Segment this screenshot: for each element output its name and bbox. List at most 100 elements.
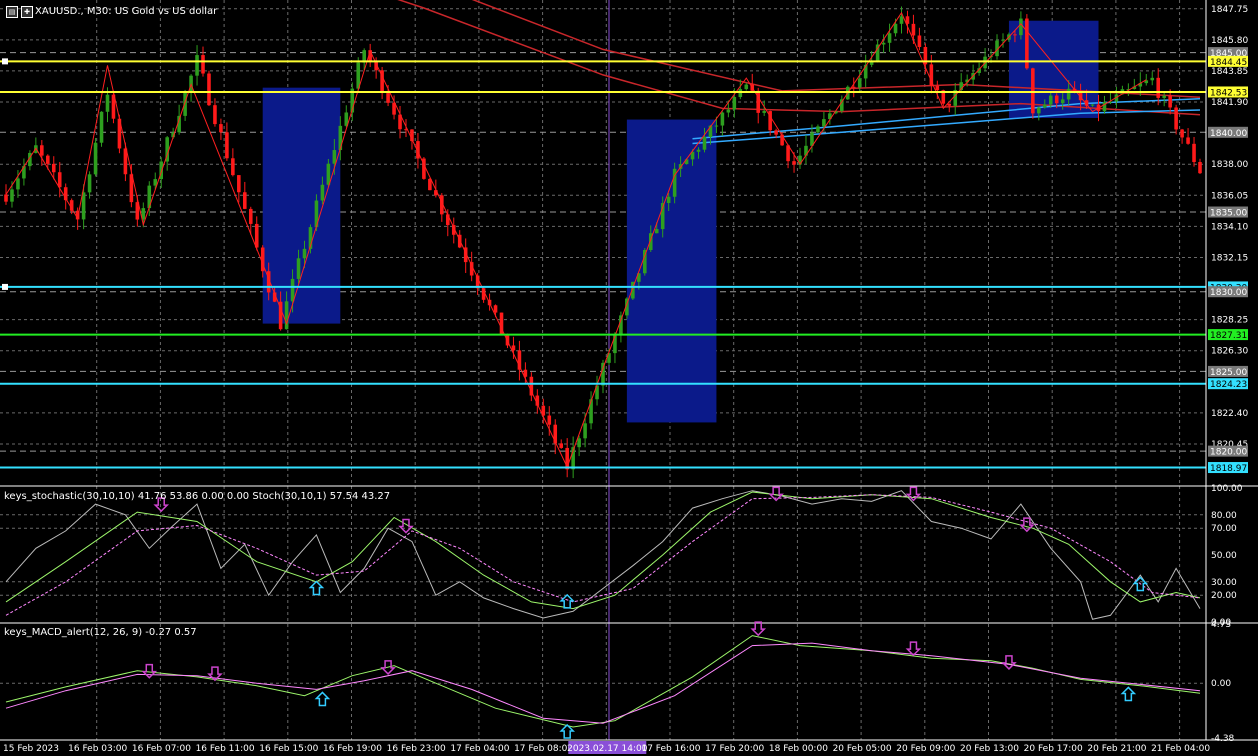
candle-body <box>899 16 904 24</box>
candle-body <box>57 172 62 188</box>
candle-body <box>726 109 731 113</box>
candle-body <box>1031 68 1035 114</box>
candle-body <box>237 175 241 193</box>
candle-body <box>822 119 826 127</box>
candle-body <box>589 399 593 424</box>
price-label: 1840.00 <box>1210 129 1247 139</box>
candle-body <box>774 130 778 135</box>
candle-body <box>756 90 761 113</box>
macd-tick: 0.00 <box>1211 679 1231 689</box>
price-tick: 1832.15 <box>1211 253 1248 263</box>
stoch-tick: 20.00 <box>1211 591 1237 601</box>
candle-body <box>386 93 390 103</box>
candle-body <box>195 55 199 76</box>
candle-body <box>720 112 725 126</box>
price-label: 1820.00 <box>1210 448 1247 458</box>
candle-body <box>1001 39 1005 41</box>
time-label: 20 Feb 09:00 <box>896 744 955 754</box>
time-label: 17 Feb 16:00 <box>641 744 700 754</box>
candle-body <box>99 111 104 143</box>
stoch-tick: 30.00 <box>1211 578 1237 588</box>
time-label: 21 Feb 04:00 <box>1151 744 1210 754</box>
candle-body <box>935 85 940 91</box>
price-label: 1830.00 <box>1210 288 1247 298</box>
candle-body <box>851 86 856 88</box>
price-label: 1824.23 <box>1210 380 1247 390</box>
candle-body <box>284 301 289 330</box>
candle-body <box>225 132 229 159</box>
candle-body <box>911 23 916 36</box>
time-label: 17 Feb 04:00 <box>450 744 509 754</box>
candle-body <box>654 229 659 234</box>
candle-body <box>105 94 110 112</box>
macd-tick: -4.38 <box>1211 734 1235 744</box>
candle-body <box>183 91 187 116</box>
candle-body <box>869 62 874 65</box>
trade-icon[interactable]: ✚ <box>21 6 33 18</box>
macd-indicator-label: keys_MACD_alert(12, 26, 9) -0.27 0.57 <box>4 627 197 638</box>
price-tick: 1843.85 <box>1211 67 1248 77</box>
chart-window-icon[interactable]: ▤ <box>6 6 18 18</box>
candle-body <box>511 345 516 351</box>
candle-body <box>816 126 820 133</box>
candle-body <box>1156 77 1161 98</box>
time-label: 20 Feb 05:00 <box>833 744 892 754</box>
candle-body <box>893 23 898 34</box>
candle-body <box>213 105 217 125</box>
time-label: 20 Feb 13:00 <box>960 744 1019 754</box>
candle-body <box>243 192 247 209</box>
price-tick: 1828.25 <box>1211 316 1248 326</box>
candle-body <box>1198 161 1202 174</box>
candle-body <box>1054 95 1059 104</box>
candle-body <box>320 184 325 201</box>
stoch-tick: 80.00 <box>1211 511 1237 521</box>
price-tick: 1845.80 <box>1211 36 1248 46</box>
time-label-highlight: 2023.02.17 14:00 <box>567 744 648 754</box>
price-tick: 1838.00 <box>1211 160 1248 170</box>
candle-body <box>1192 143 1196 162</box>
price-label: 1825.00 <box>1210 368 1247 378</box>
candle-body <box>744 84 749 90</box>
candle-body <box>1180 129 1184 138</box>
candle-body <box>302 248 307 259</box>
candle-body <box>559 443 564 448</box>
candle-body <box>296 258 301 279</box>
candle-body <box>857 78 862 88</box>
time-label: 16 Feb 07:00 <box>132 744 191 754</box>
candle-body <box>219 124 223 133</box>
price-tick: 1826.30 <box>1211 347 1248 357</box>
candle-body <box>1186 137 1190 144</box>
candle-body <box>762 111 766 113</box>
price-label: 1835.00 <box>1210 209 1247 219</box>
price-tick: 1822.40 <box>1211 409 1248 419</box>
price-tick: 1841.90 <box>1211 98 1248 108</box>
candle-body <box>917 35 922 47</box>
time-label: 16 Feb 19:00 <box>323 744 382 754</box>
candle-body <box>887 33 892 43</box>
candle-body <box>1174 107 1178 130</box>
chart-canvas[interactable]: 15 Feb 2023 16 Feb 03:00 16 Feb 07:00 16 Fe… <box>0 0 1258 756</box>
stoch-tick: 100.00 <box>1211 484 1243 494</box>
candle-body <box>45 155 50 164</box>
candle-body <box>1090 104 1095 106</box>
candle-body <box>619 315 623 335</box>
candle-body <box>332 150 337 164</box>
candle-body <box>577 438 581 448</box>
candle-body <box>1168 95 1172 108</box>
candle-body <box>4 194 8 202</box>
candle-body <box>929 64 934 86</box>
candle-body <box>1066 88 1071 100</box>
hline-handle <box>2 283 8 290</box>
candle-body <box>93 142 98 175</box>
candle-body <box>1037 107 1041 114</box>
candle-body <box>87 174 92 193</box>
candle-body <box>702 136 707 150</box>
candle-body <box>51 163 56 173</box>
candle-body <box>1150 77 1155 81</box>
candle-body <box>553 424 558 444</box>
candle-body <box>714 125 719 127</box>
candle-body <box>1060 99 1065 104</box>
price-tick: 1847.75 <box>1211 5 1248 15</box>
candle-body <box>792 161 796 165</box>
candle-body <box>40 145 44 156</box>
